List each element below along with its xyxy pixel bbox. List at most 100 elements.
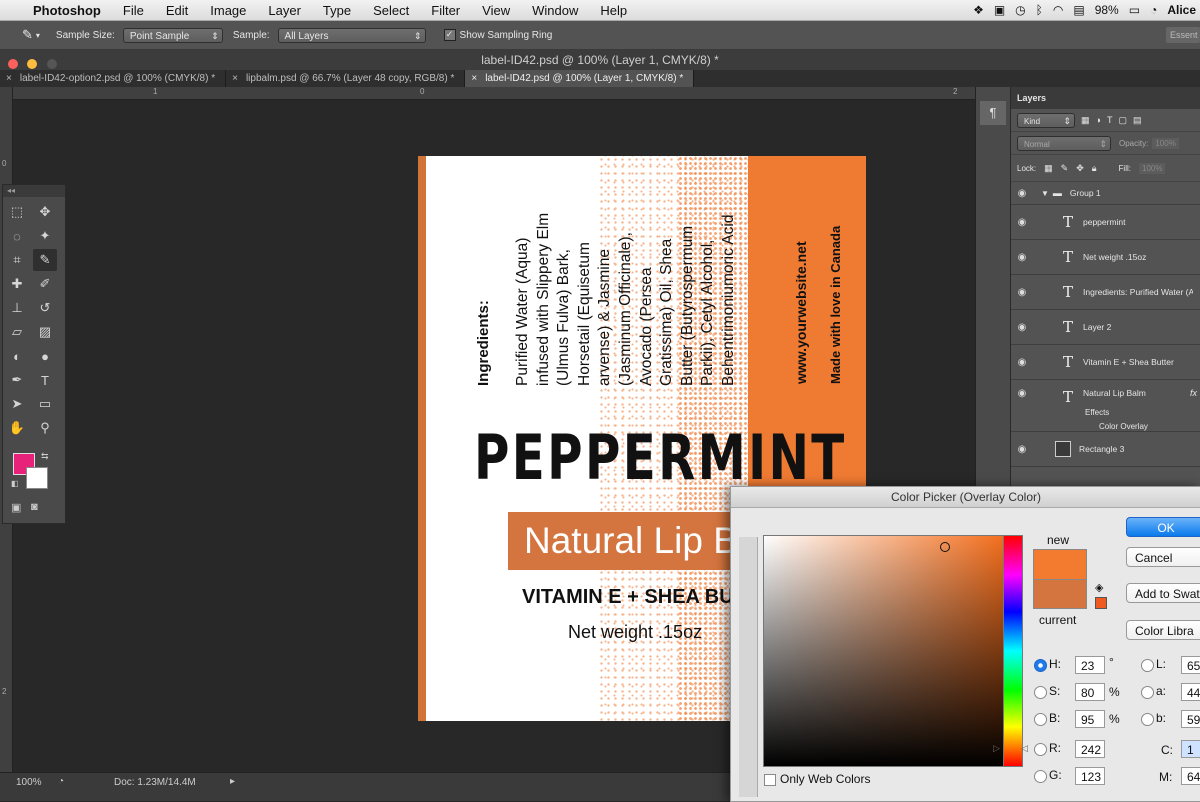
close-tab-icon[interactable]: × — [471, 73, 477, 84]
menu-edit[interactable]: Edit — [155, 3, 199, 18]
zoom-tool-icon[interactable]: ⚲ — [33, 417, 57, 439]
filter-adjust-icon[interactable]: ◑ — [1096, 115, 1101, 125]
layer-row[interactable]: ◉ T Net weight .15oz — [1011, 240, 1200, 275]
crop-tool-icon[interactable]: ⌗ — [5, 249, 29, 271]
dialog-title[interactable]: Color Picker (Overlay Color) — [731, 487, 1200, 508]
tab-option2[interactable]: × label-ID42-option2.psd @ 100% (CMYK/8) … — [0, 70, 227, 87]
close-tab-icon[interactable]: × — [232, 73, 238, 84]
layer-row[interactable]: ◉ T Vitamin E + Shea Butter — [1011, 345, 1200, 380]
default-colors-icon[interactable]: ◧ — [11, 479, 19, 488]
menu-view[interactable]: View — [471, 3, 521, 18]
battery-label[interactable]: 98% — [1095, 3, 1119, 17]
b-field[interactable]: 95 — [1075, 710, 1105, 728]
background-color-swatch[interactable] — [26, 467, 48, 489]
lock-all-icon[interactable]: 🔒︎ — [1092, 163, 1097, 174]
healing-brush-tool-icon[interactable]: ✚ — [5, 273, 29, 295]
l-field[interactable]: 65 — [1181, 656, 1200, 674]
fill-field[interactable]: 100% — [1138, 162, 1166, 174]
out-of-gamut-cube-icon[interactable]: ◈ — [1095, 581, 1103, 594]
c-field[interactable]: 1 — [1181, 740, 1200, 758]
layer-row-group[interactable]: ◉ ▼ ▬ Group 1 — [1011, 182, 1200, 205]
menu-select[interactable]: Select — [362, 3, 420, 18]
lock-pixels-icon[interactable]: ▦ — [1044, 163, 1053, 174]
blend-mode-select[interactable]: Normal — [1017, 135, 1111, 152]
eye-icon[interactable]: ◉ — [1011, 444, 1033, 455]
eye-icon[interactable]: ◉ — [1011, 252, 1033, 263]
group-expand-icon[interactable]: ▼ — [1041, 189, 1049, 198]
move-tool-icon[interactable]: ✥ — [33, 201, 57, 223]
lasso-tool-icon[interactable]: ◌ — [5, 225, 29, 247]
a-field[interactable]: 44 — [1181, 683, 1200, 701]
filter-type-icon[interactable]: T — [1107, 115, 1113, 125]
a-radio[interactable] — [1141, 686, 1154, 699]
tab-lipbalm[interactable]: × lipbalm.psd @ 66.7% (Layer 48 copy, RGB… — [226, 70, 466, 87]
minimize-window-icon[interactable] — [27, 59, 38, 69]
menu-app[interactable]: Photoshop — [22, 3, 112, 18]
g-field[interactable]: 123 — [1075, 767, 1105, 785]
type-tool-icon[interactable]: T — [33, 369, 57, 391]
wd-icon[interactable]: ▣ — [994, 3, 1005, 17]
close-tab-icon[interactable]: × — [6, 73, 12, 84]
path-selection-tool-icon[interactable]: ➤ — [5, 393, 29, 415]
stamp-tool-icon[interactable]: ⊥ — [5, 297, 29, 319]
menu-image[interactable]: Image — [199, 3, 257, 18]
layer-row[interactable]: ◉ T Ingredients: Purified Water (Aq... — [1011, 275, 1200, 310]
flag-icon[interactable]: ▤ — [1073, 3, 1084, 17]
proof-icon[interactable]: ◔ — [58, 776, 64, 787]
tool-preset-arrow-icon[interactable]: ▾ — [36, 31, 40, 40]
layers-panel-tab[interactable]: Layers — [1011, 87, 1200, 109]
menu-layer[interactable]: Layer — [257, 3, 312, 18]
clock-icon[interactable]: ◔ — [1150, 3, 1157, 17]
fx-icon[interactable]: fx — [1190, 388, 1197, 398]
tab-label-id42[interactable]: × label-ID42.psd @ 100% (Layer 1, CMYK/8)… — [465, 70, 695, 87]
eye-icon[interactable]: ◉ — [1011, 188, 1033, 199]
eye-icon[interactable]: ◉ — [1011, 388, 1033, 399]
s-field[interactable]: 80 — [1075, 683, 1105, 701]
menu-help[interactable]: Help — [589, 3, 638, 18]
layer-row[interactable]: ◉ T Natural Lip Balm fx Effects Color Over… — [1011, 380, 1200, 432]
menu-window[interactable]: Window — [521, 3, 589, 18]
g-radio[interactable] — [1034, 770, 1047, 783]
color-libraries-button[interactable]: Color Libra — [1126, 620, 1200, 640]
swap-colors-icon[interactable]: ⇆ — [41, 451, 49, 462]
eye-icon[interactable]: ◉ — [1011, 287, 1033, 298]
brush-tool-icon[interactable]: ✐ — [33, 273, 57, 295]
eraser-tool-icon[interactable]: ▱ — [5, 321, 29, 343]
cancel-button[interactable]: Cancel — [1126, 547, 1200, 567]
r-radio[interactable] — [1034, 743, 1047, 756]
hue-slider[interactable] — [1003, 535, 1023, 767]
ok-button[interactable]: OK — [1126, 517, 1200, 537]
status-menu-arrow-icon[interactable]: ▸ — [230, 776, 235, 787]
toolbox-header[interactable]: ◂◂ — [3, 185, 65, 197]
lab-b-field[interactable]: 59 — [1181, 710, 1200, 728]
menu-file[interactable]: File — [112, 3, 155, 18]
user-name[interactable]: Alice — [1167, 3, 1196, 17]
show-ring-checkbox[interactable]: ✓ — [443, 29, 456, 41]
menu-filter[interactable]: Filter — [420, 3, 471, 18]
layer-row[interactable]: ◉ Rectangle 3 — [1011, 432, 1200, 467]
close-window-icon[interactable] — [8, 59, 18, 69]
zoom-level[interactable]: 100% — [16, 777, 42, 788]
dodge-tool-icon[interactable]: ● — [33, 345, 57, 367]
hue-slider-handle-icon[interactable]: ▷ — [993, 743, 1000, 754]
gradient-tool-icon[interactable]: ▨ — [33, 321, 57, 343]
magic-wand-tool-icon[interactable]: ✦ — [33, 225, 57, 247]
pen-tool-icon[interactable]: ✒ — [5, 369, 29, 391]
eye-icon[interactable]: ◉ — [1011, 217, 1033, 228]
dropbox-icon[interactable]: ❖ — [973, 3, 984, 17]
lock-move-icon[interactable]: ✥ — [1076, 163, 1084, 174]
current-color-swatch[interactable] — [1033, 579, 1087, 609]
b-radio[interactable] — [1034, 713, 1047, 726]
blur-tool-icon[interactable]: ◐ — [5, 345, 29, 367]
sample-size-select[interactable]: Point Sample — [122, 27, 223, 44]
bluetooth-icon[interactable]: ᛒ — [1036, 3, 1043, 17]
shape-tool-icon[interactable]: ▭ — [33, 393, 57, 415]
eye-icon[interactable]: ◉ — [1011, 357, 1033, 368]
wifi-icon[interactable]: ◠ — [1053, 3, 1063, 17]
hand-tool-icon[interactable]: ✋ — [5, 417, 29, 439]
gamut-warning-swatch[interactable] — [1095, 597, 1107, 609]
h-field[interactable]: 23 — [1075, 656, 1105, 674]
paragraph-panel-icon[interactable]: ¶ — [980, 101, 1006, 125]
zoom-window-icon[interactable] — [46, 59, 57, 69]
only-web-colors-checkbox[interactable] — [764, 774, 776, 786]
